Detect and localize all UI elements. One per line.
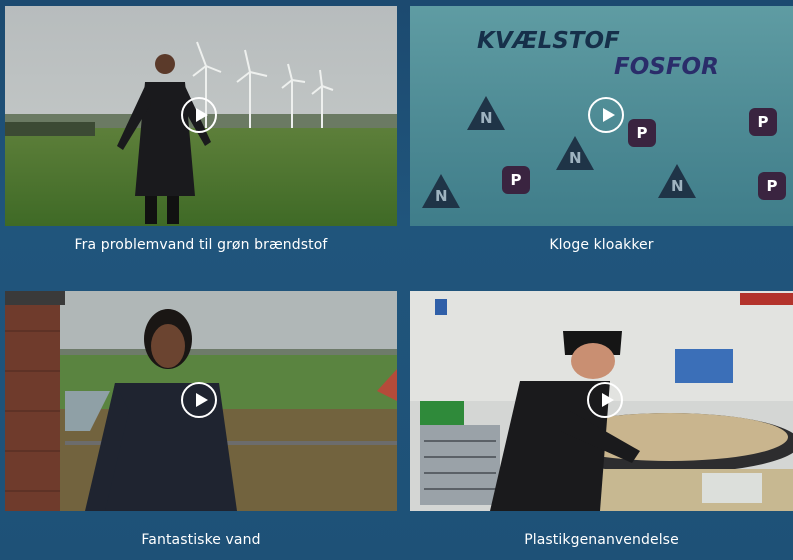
nitrogen-badge: N	[467, 96, 505, 130]
phosphorus-badge: P	[628, 119, 656, 147]
video-title-2[interactable]: Kloge kloakker	[410, 237, 793, 253]
video-thumbnail-3[interactable]	[5, 291, 397, 511]
play-button-2[interactable]	[588, 97, 624, 133]
nitrogen-badge: N	[556, 136, 594, 170]
video-title-4[interactable]: Plastikgenanvendelse	[410, 532, 793, 548]
play-button-1[interactable]	[181, 97, 217, 133]
phosphorus-badge: P	[749, 108, 777, 136]
video-thumbnail-2[interactable]: KVÆLSTOF FOSFOR N N N N P P P P	[410, 6, 793, 226]
video-thumbnail-4[interactable]	[410, 291, 793, 511]
video-title-3[interactable]: Fantastiske vand	[5, 532, 397, 548]
play-button-3[interactable]	[181, 382, 217, 418]
fosfor-label: FOSFOR	[614, 54, 719, 80]
play-button-4[interactable]	[587, 382, 623, 418]
video-thumbnail-1[interactable]	[5, 6, 397, 226]
nitrogen-badge: N	[658, 164, 696, 198]
phosphorus-badge: P	[758, 172, 786, 200]
nitrogen-badge: N	[422, 174, 460, 208]
video-title-1[interactable]: Fra problemvand til grøn brændstof	[5, 237, 397, 253]
phosphorus-badge: P	[502, 166, 530, 194]
kvaelstof-label: KVÆLSTOF	[477, 28, 620, 54]
